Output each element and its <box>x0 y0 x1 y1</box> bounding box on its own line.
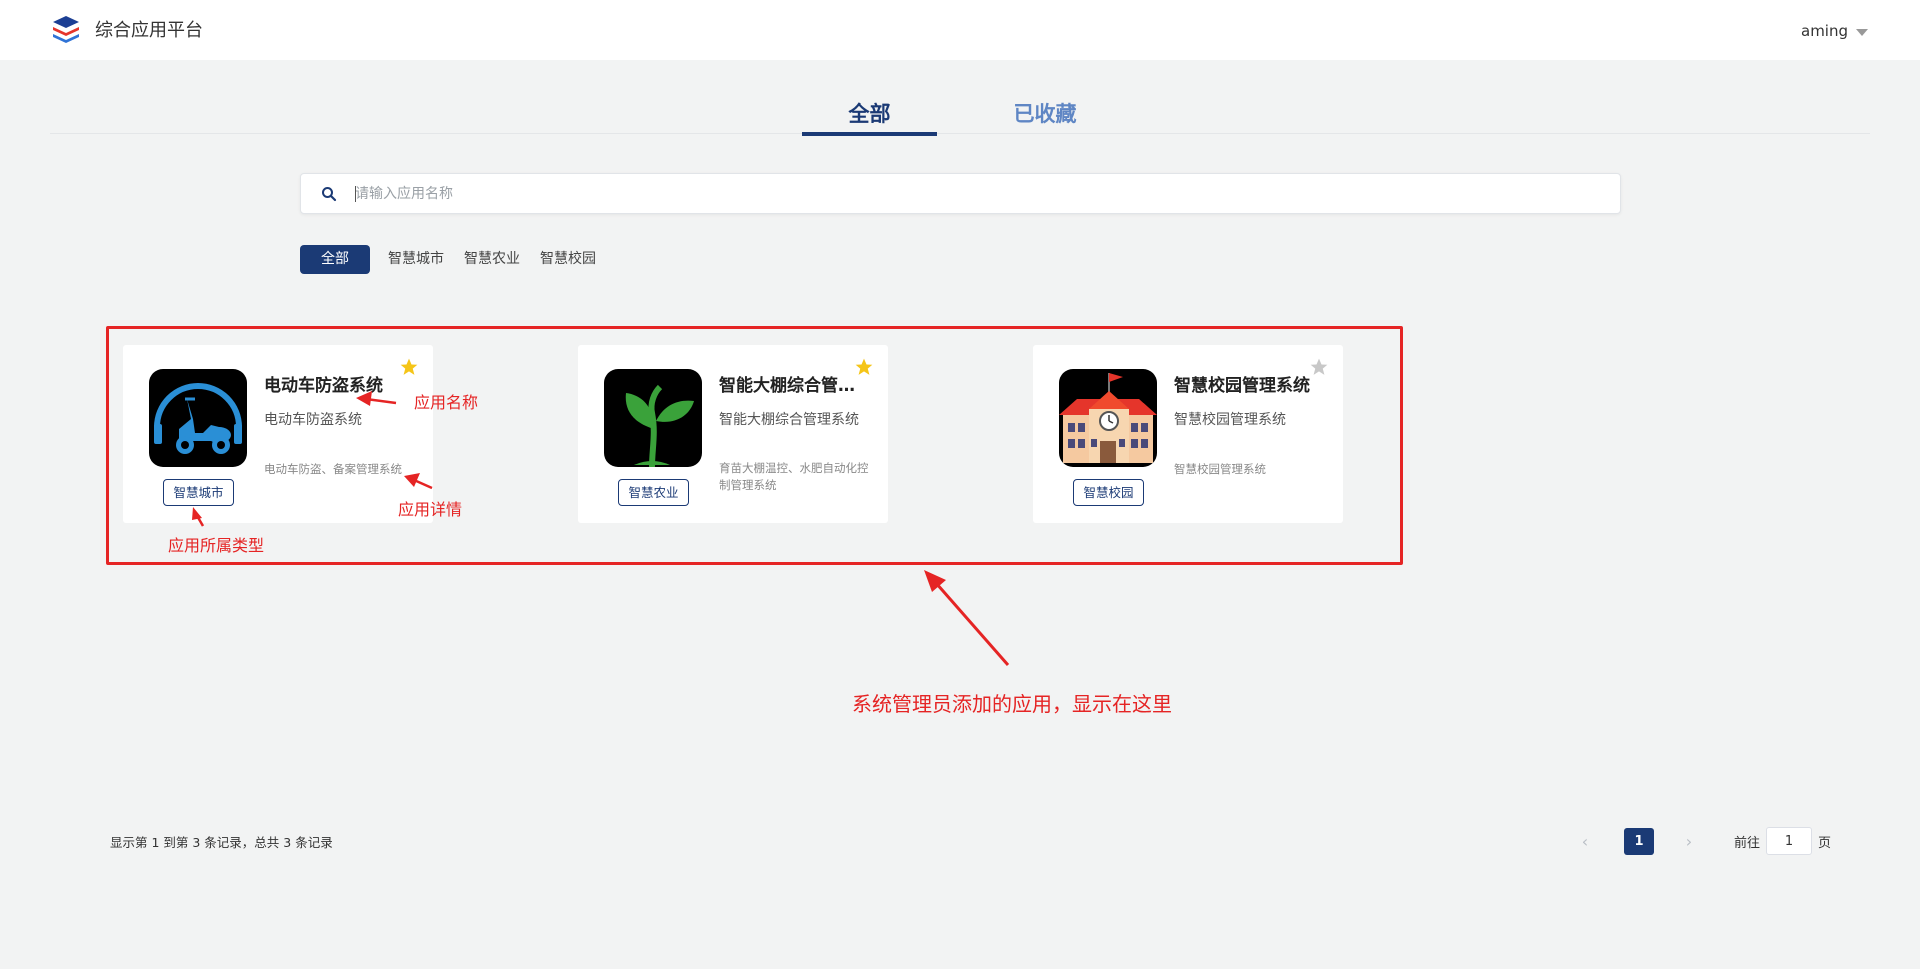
annotation-main-note: 系统管理员添加的应用，显示在这里 <box>852 692 1172 716</box>
app-card[interactable]: 智慧校园管理系统 智慧校园管理系统 智慧校园管理系统 智慧校园 <box>1033 345 1343 523</box>
top-header: 综合应用平台 aming <box>0 0 1920 60</box>
page-unit-label: 页 <box>1818 835 1832 851</box>
app-category-tag[interactable]: 智慧农业 <box>618 479 689 506</box>
filter-all[interactable]: 全部 <box>300 245 370 274</box>
search-box <box>300 173 1621 214</box>
caret-down-icon[interactable] <box>1856 28 1868 36</box>
app-name[interactable]: 电动车防盗系统 <box>264 371 404 396</box>
app-name[interactable]: 智慧校园管理系统 <box>1174 371 1314 396</box>
app-description: 电动车防盗、备案管理系统 <box>264 462 402 476</box>
layers-logo-icon[interactable] <box>51 14 81 44</box>
search-input[interactable] <box>355 174 1595 213</box>
user-menu[interactable]: aming <box>1801 22 1868 40</box>
goto-label: 前往 <box>1734 835 1761 851</box>
username[interactable]: aming <box>1801 22 1848 40</box>
goto-page-input[interactable] <box>1766 827 1813 855</box>
category-filters: 全部 智慧城市 智慧农业 智慧校园 <box>300 245 606 274</box>
records-summary: 显示第 1 到第 3 条记录，总共 3 条记录 <box>110 835 333 850</box>
page-number-current[interactable]: 1 <box>1624 827 1654 855</box>
app-subname: 电动车防盗系统 <box>264 412 362 428</box>
star-filled-icon[interactable] <box>854 357 874 377</box>
active-tab-indicator <box>802 132 937 136</box>
app-card[interactable]: 电动车防盗系统 电动车防盗系统 电动车防盗、备案管理系统 智慧城市 <box>123 345 433 523</box>
star-outline-icon[interactable] <box>1309 357 1329 377</box>
app-category-tag[interactable]: 智慧校园 <box>1073 479 1144 506</box>
tabs-divider <box>50 133 1870 134</box>
tab-favorites[interactable]: 已收藏 <box>975 98 1115 128</box>
app-description: 智慧校园管理系统 <box>1174 462 1266 476</box>
pagination: ‹ 1 › 前往 页 <box>1570 827 1831 855</box>
chevron-right-icon[interactable]: › <box>1674 832 1704 851</box>
annotation-app-name: 应用名称 <box>414 393 479 412</box>
app-subname: 智能大棚综合管理系统 <box>719 412 859 428</box>
electric-scooter-icon[interactable] <box>149 369 247 467</box>
app-card[interactable]: 智能大棚综合管理系统 智能大棚综合管理系统 育苗大棚温控、水肥自动化控制管理系统… <box>578 345 888 523</box>
annotation-app-type: 应用所属类型 <box>168 536 265 555</box>
app-title: 综合应用平台 <box>95 20 203 41</box>
text-cursor <box>355 186 356 202</box>
school-building-icon[interactable] <box>1059 369 1157 467</box>
app-description: 育苗大棚温控、水肥自动化控制管理系统 <box>719 461 869 492</box>
seedling-icon[interactable] <box>604 369 702 467</box>
filter-smart-city[interactable]: 智慧城市 <box>378 245 454 274</box>
app-name[interactable]: 智能大棚综合管理系统 <box>719 371 859 396</box>
annotation-app-detail: 应用详情 <box>398 500 463 519</box>
search-icon[interactable] <box>321 186 337 202</box>
app-category-tag[interactable]: 智慧城市 <box>163 479 234 506</box>
tab-all[interactable]: 全部 <box>802 98 937 128</box>
filter-smart-campus[interactable]: 智慧校园 <box>530 245 606 274</box>
star-filled-icon[interactable] <box>399 357 419 377</box>
chevron-left-icon[interactable]: ‹ <box>1570 832 1600 851</box>
filter-smart-agriculture[interactable]: 智慧农业 <box>454 245 530 274</box>
app-subname: 智慧校园管理系统 <box>1174 412 1286 428</box>
